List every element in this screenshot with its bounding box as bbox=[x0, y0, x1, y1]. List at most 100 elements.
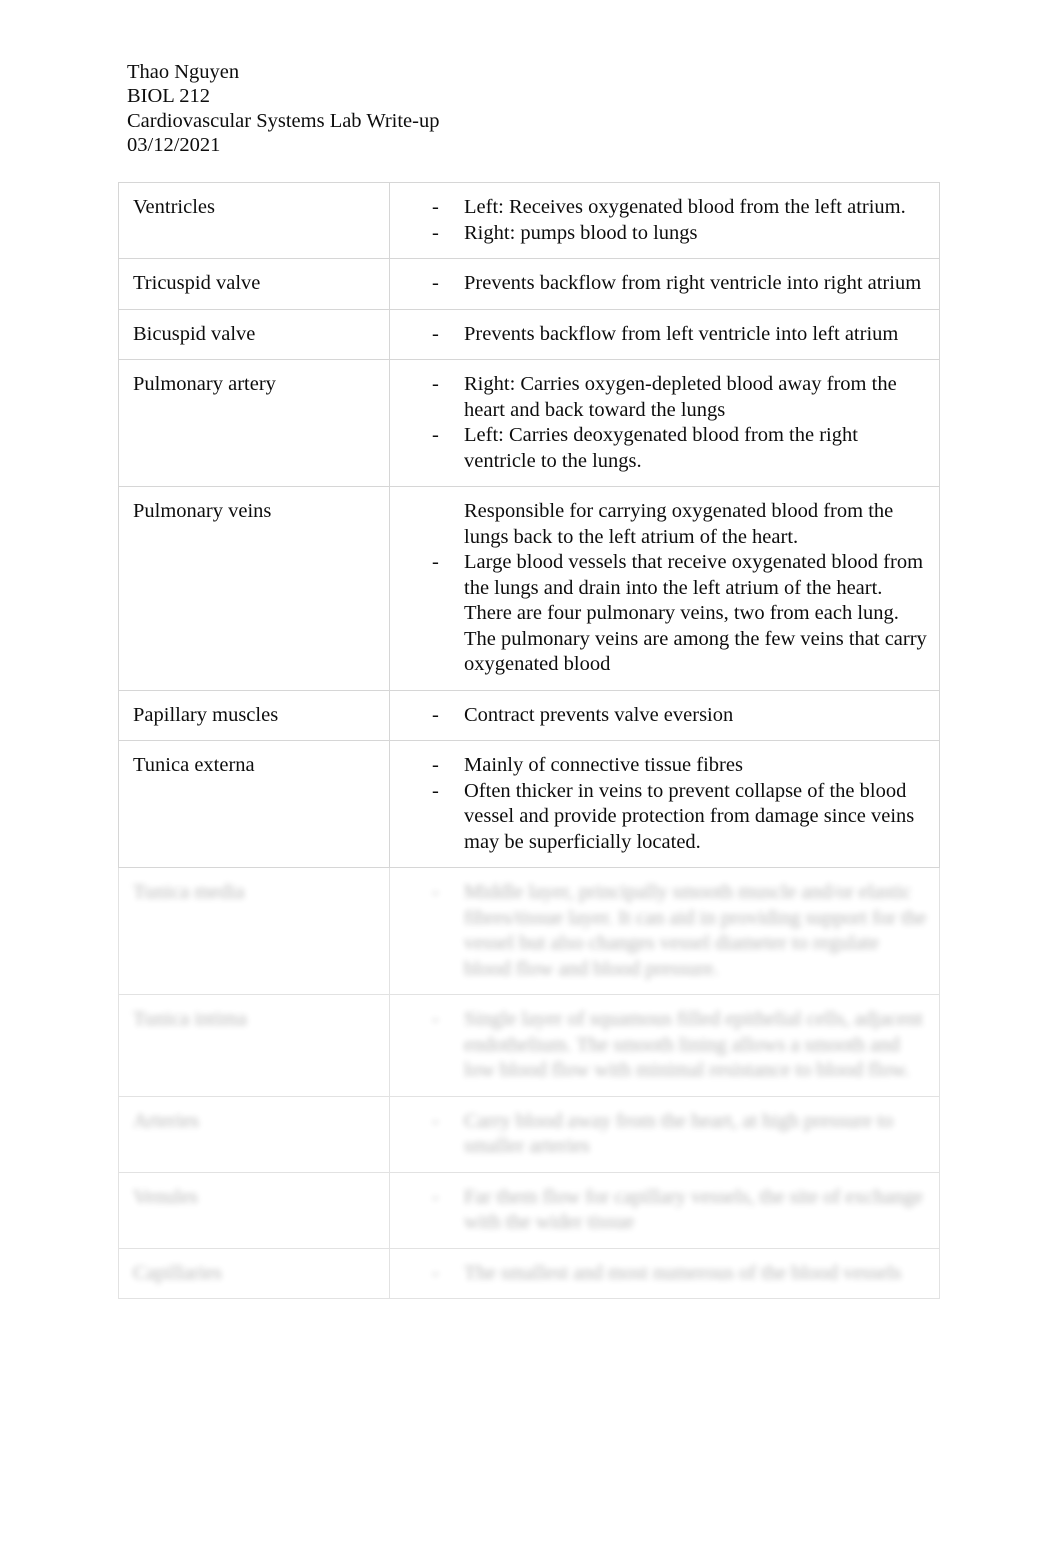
description-text: Far them flow for capillary vessels, the… bbox=[464, 1185, 923, 1234]
bullet-dash-icon: - bbox=[432, 322, 439, 345]
term-cell: Bicuspid valve bbox=[118, 308, 390, 360]
description-text: Right: Carries oxygen-depleted blood awa… bbox=[464, 373, 897, 421]
description-text: Prevents backflow from right ventricle i… bbox=[464, 272, 922, 294]
bullet-dash-icon: - bbox=[432, 373, 439, 395]
description-content: - Left: Receives oxygenated blood from th… bbox=[390, 183, 939, 258]
description-cell: - Contract prevents valve eversion bbox=[389, 689, 940, 741]
term-cell: Tunica media bbox=[118, 867, 390, 995]
description-list: - Prevents backflow from right ventricle … bbox=[390, 271, 929, 297]
description-content: - Prevents backflow from left ventricle i… bbox=[390, 310, 939, 360]
table-row: Bicuspid valve - Prevents backflow from le… bbox=[118, 308, 940, 360]
description-text: Left: Carries deoxygenated blood from th… bbox=[464, 424, 858, 472]
description-list: - Far them flow for capillary vessels, th… bbox=[390, 1185, 929, 1236]
description-text: Prevents backflow from left ventricle in… bbox=[464, 322, 899, 345]
description-list-item: - Left: Carries deoxygenated blood from t… bbox=[390, 423, 929, 474]
table-row: Pulmonary veins Responsible for carrying … bbox=[118, 486, 940, 691]
term-label: Ventricles bbox=[133, 196, 215, 218]
bullet-dash-icon: - bbox=[432, 424, 439, 446]
term-cell: Ventricles bbox=[118, 182, 390, 259]
term-cell: Pulmonary veins bbox=[118, 486, 390, 691]
description-text: Large blood vessels that receive oxygena… bbox=[464, 551, 927, 675]
description-content: - Carry blood away from the heart, at hig… bbox=[390, 1097, 939, 1172]
term-label: Pulmonary artery bbox=[133, 373, 276, 395]
description-list-item: - Prevents backflow from left ventricle i… bbox=[390, 322, 929, 348]
header-course: BIOL 212 bbox=[127, 85, 210, 108]
description-list: - The smallest and most numerous of the b… bbox=[390, 1261, 929, 1287]
header-date: 03/12/2021 bbox=[127, 133, 221, 156]
bullet-dash-icon: - bbox=[432, 196, 439, 218]
description-cell: - Mainly of connective tissue fibres - Ofte… bbox=[389, 740, 940, 868]
term-cell: Capillaries bbox=[118, 1247, 390, 1299]
description-list: - Single layer of squamous filled epithel… bbox=[390, 1007, 929, 1084]
term-label: Tunica media bbox=[133, 881, 245, 903]
description-content: Responsible for carrying oxygenated bloo… bbox=[390, 487, 939, 690]
description-text: Carry blood away from the heart, at high… bbox=[464, 1109, 894, 1158]
description-list: - Contract prevents valve eversion bbox=[390, 703, 929, 729]
header-title: Cardiovascular Systems Lab Write-up bbox=[127, 109, 440, 132]
description-list: - Prevents backflow from left ventricle i… bbox=[390, 322, 929, 348]
description-content: - The smallest and most numerous of the b… bbox=[390, 1249, 939, 1299]
header-author: Thao Nguyen bbox=[127, 61, 240, 83]
description-text: The smallest and most numerous of the bl… bbox=[464, 1261, 902, 1284]
table-row: Tunica media - Middle layer, principally s… bbox=[118, 867, 940, 995]
description-list-item: - Single layer of squamous filled epithel… bbox=[390, 1007, 929, 1084]
description-text: Single layer of squamous filled epitheli… bbox=[464, 1008, 923, 1081]
description-cell: - The smallest and most numerous of the b… bbox=[389, 1247, 940, 1299]
bullet-dash-icon: - bbox=[432, 881, 439, 903]
table-row: Pulmonary artery - Right: Carries oxygen-d… bbox=[118, 359, 940, 487]
term-label: Bicuspid valve bbox=[133, 322, 256, 345]
description-content: - Far them flow for capillary vessels, th… bbox=[390, 1173, 939, 1248]
term-cell: Pulmonary artery bbox=[118, 359, 390, 487]
term-label: Tunica externa bbox=[133, 754, 255, 776]
description-text: Middle layer, principally smooth muscle … bbox=[464, 881, 927, 980]
term-label: Tricuspid valve bbox=[133, 272, 261, 294]
description-list-item: Responsible for carrying oxygenated bloo… bbox=[390, 499, 929, 550]
description-cell: - Prevents backflow from left ventricle i… bbox=[389, 308, 940, 360]
description-list-item: - The smallest and most numerous of the b… bbox=[390, 1261, 929, 1287]
term-label: Pulmonary veins bbox=[133, 500, 272, 522]
bullet-dash-icon: - bbox=[432, 1109, 439, 1132]
description-content: - Contract prevents valve eversion bbox=[390, 691, 939, 741]
description-list-item: - Right: Carries oxygen-depleted blood aw… bbox=[390, 372, 929, 423]
cardiovascular-terms-table: Ventricles - Left: Receives oxygenated blo… bbox=[118, 182, 940, 1299]
description-list-item: - Right: pumps blood to lungs bbox=[390, 221, 929, 247]
description-list-item: - Left: Receives oxygenated blood from th… bbox=[390, 195, 929, 221]
table-row: Tricuspid valve - Prevents backflow from r… bbox=[118, 258, 940, 310]
description-content: - Right: Carries oxygen-depleted blood aw… bbox=[390, 360, 939, 486]
description-cell: - Prevents backflow from right ventricle … bbox=[389, 258, 940, 310]
bullet-dash-icon: - bbox=[432, 221, 439, 244]
description-content: - Prevents backflow from right ventricle … bbox=[390, 259, 939, 309]
description-text: Left: Receives oxygenated blood from the… bbox=[464, 196, 906, 218]
term-label: Tunica intima bbox=[133, 1008, 247, 1030]
term-cell: Tricuspid valve bbox=[118, 258, 390, 310]
description-text: Often thicker in veins to prevent collap… bbox=[464, 779, 915, 853]
description-list: - Mainly of connective tissue fibres - Ofte… bbox=[390, 753, 929, 855]
description-list-item: - Carry blood away from the heart, at hig… bbox=[390, 1109, 929, 1160]
document-page: Thao Nguyen BIOL 212 Cardiovascular Syst… bbox=[0, 0, 1062, 1561]
term-cell: Arteries bbox=[118, 1095, 390, 1173]
description-text: Right: pumps blood to lungs bbox=[464, 221, 698, 244]
bullet-dash-icon: - bbox=[432, 703, 439, 726]
description-list-item: - Prevents backflow from right ventricle … bbox=[390, 271, 929, 297]
table-row: Tunica externa - Mainly of connective tiss… bbox=[118, 740, 940, 868]
term-label: Arteries bbox=[133, 1109, 200, 1132]
table-row: Capillaries - The smallest and most numero… bbox=[118, 1247, 940, 1299]
description-list-item: - Often thicker in veins to prevent colla… bbox=[390, 779, 929, 856]
description-cell: Responsible for carrying oxygenated bloo… bbox=[389, 486, 940, 691]
description-cell: - Right: Carries oxygen-depleted blood aw… bbox=[389, 359, 940, 487]
description-cell: - Left: Receives oxygenated blood from th… bbox=[389, 182, 940, 259]
description-text: Mainly of connective tissue fibres bbox=[464, 754, 743, 776]
term-cell: Papillary muscles bbox=[118, 689, 390, 741]
description-list-item: - Middle layer, principally smooth muscle… bbox=[390, 880, 929, 982]
term-cell: Tunica intima bbox=[118, 994, 390, 1097]
description-list-item: - Mainly of connective tissue fibres bbox=[390, 753, 929, 779]
description-content: - Mainly of connective tissue fibres - Ofte… bbox=[390, 741, 939, 867]
description-cell: - Far them flow for capillary vessels, th… bbox=[389, 1171, 940, 1249]
description-list: - Left: Receives oxygenated blood from th… bbox=[390, 195, 929, 246]
bullet-dash-icon: - bbox=[432, 551, 439, 573]
term-cell: Venules bbox=[118, 1171, 390, 1249]
bullet-dash-icon: - bbox=[432, 1008, 439, 1030]
description-cell: - Single layer of squamous filled epithel… bbox=[389, 994, 940, 1097]
description-list: - Middle layer, principally smooth muscle… bbox=[390, 880, 929, 982]
description-content: - Single layer of squamous filled epithel… bbox=[390, 995, 939, 1096]
